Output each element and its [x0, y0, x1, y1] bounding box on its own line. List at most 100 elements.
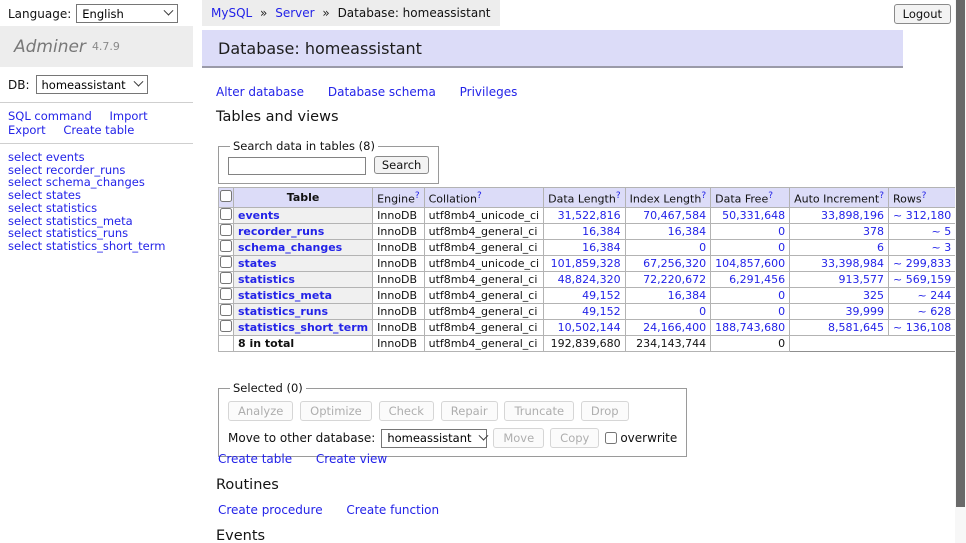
create-table-link[interactable]: Create table: [218, 452, 292, 466]
rows-count-link[interactable]: ~ 244: [917, 289, 951, 302]
data-free-link[interactable]: 0: [778, 305, 785, 318]
rows-count-link[interactable]: ~ 299,833: [893, 257, 951, 270]
data-free-link[interactable]: 188,743,680: [715, 321, 785, 334]
index-length-link[interactable]: 16,384: [668, 289, 707, 302]
data-free-link[interactable]: 50,331,648: [722, 209, 785, 222]
index-length-link[interactable]: 0: [699, 305, 706, 318]
db-select[interactable]: homeassistant: [36, 75, 148, 94]
auto-increment-link[interactable]: 378: [863, 225, 884, 238]
drop-button[interactable]: Drop: [581, 401, 629, 421]
row-checkbox[interactable]: [220, 240, 232, 252]
row-checkbox[interactable]: [220, 224, 232, 236]
search-button[interactable]: Search: [374, 156, 430, 174]
database-schema-link[interactable]: Database schema: [328, 85, 436, 99]
sidebar-link-export[interactable]: Export: [8, 123, 46, 137]
auto-increment-link[interactable]: 913,577: [839, 273, 885, 286]
optimize-button[interactable]: Optimize: [300, 401, 372, 421]
rows-count-link[interactable]: ~ 3: [931, 241, 951, 254]
help-link[interactable]: ?: [879, 191, 884, 201]
auto-increment-link[interactable]: 325: [863, 289, 884, 302]
help-link[interactable]: ?: [616, 191, 621, 201]
data-free-link[interactable]: 0: [778, 225, 785, 238]
create-function-link[interactable]: Create function: [346, 503, 439, 517]
overwrite-checkbox[interactable]: [605, 432, 617, 444]
row-checkbox[interactable]: [220, 288, 232, 300]
select-all-checkbox[interactable]: [220, 190, 232, 202]
help-link[interactable]: ?: [922, 191, 927, 201]
index-length-link[interactable]: 72,220,672: [643, 273, 706, 286]
column-header-collation: Collation?: [424, 188, 543, 208]
sidebar-item-select-statistics-short-term[interactable]: select statistics_short_term: [8, 240, 165, 253]
rows-count-link[interactable]: ~ 136,108: [893, 321, 951, 334]
data-free-link[interactable]: 104,857,600: [715, 257, 785, 270]
data-free-link[interactable]: 0: [778, 241, 785, 254]
data-length-link[interactable]: 49,152: [582, 289, 621, 302]
auto-increment-link[interactable]: 6: [877, 241, 884, 254]
rows-count-link[interactable]: ~ 5: [931, 225, 951, 238]
help-link[interactable]: ?: [768, 191, 773, 201]
engine-cell: InnoDB: [373, 239, 424, 255]
row-checkbox[interactable]: [220, 208, 232, 220]
table-name-link[interactable]: events: [238, 209, 280, 222]
table-name-link[interactable]: recorder_runs: [238, 225, 324, 238]
data-length-link[interactable]: 48,824,320: [558, 273, 621, 286]
index-length-link[interactable]: 67,256,320: [643, 257, 706, 270]
move-button[interactable]: Move: [493, 428, 544, 448]
privileges-link[interactable]: Privileges: [460, 85, 518, 99]
data-length-link[interactable]: 16,384: [582, 225, 621, 238]
row-checkbox[interactable]: [220, 256, 232, 268]
auto-increment-link[interactable]: 8,581,645: [828, 321, 884, 334]
data-length-link[interactable]: 49,152: [582, 305, 621, 318]
index-length-link[interactable]: 70,467,584: [643, 209, 706, 222]
rows-count-link[interactable]: ~ 628: [917, 305, 951, 318]
row-checkbox[interactable]: [220, 304, 232, 316]
auto-increment-link[interactable]: 33,898,196: [821, 209, 884, 222]
data-length-link[interactable]: 101,859,328: [551, 257, 621, 270]
repair-button[interactable]: Repair: [441, 401, 498, 421]
breadcrumb-link-mysql[interactable]: MySQL: [211, 6, 252, 20]
move-database-select[interactable]: homeassistant: [381, 429, 487, 448]
analyze-button[interactable]: Analyze: [228, 401, 293, 421]
auto-increment-link[interactable]: 39,999: [846, 305, 885, 318]
table-name-link[interactable]: statistics: [238, 273, 295, 286]
table-name-link[interactable]: statistics_short_term: [238, 321, 368, 334]
sidebar-item-select-states[interactable]: select states: [8, 189, 165, 202]
sidebar-link-import[interactable]: Import: [109, 109, 147, 123]
data-length-link[interactable]: 31,522,816: [558, 209, 621, 222]
sidebar-item-select-statistics[interactable]: select statistics: [8, 202, 165, 215]
truncate-button[interactable]: Truncate: [504, 401, 574, 421]
help-link[interactable]: ?: [701, 191, 706, 201]
check-button[interactable]: Check: [379, 401, 434, 421]
data-length-link[interactable]: 16,384: [582, 241, 621, 254]
index-length-link[interactable]: 16,384: [668, 225, 707, 238]
help-link[interactable]: ?: [477, 191, 482, 201]
table-name-link[interactable]: statistics_runs: [238, 305, 328, 318]
vertical-scrollbar[interactable]: [955, 0, 966, 543]
create-procedure-link[interactable]: Create procedure: [218, 503, 323, 517]
auto-increment-link[interactable]: 33,398,984: [821, 257, 884, 270]
table-name-link[interactable]: schema_changes: [238, 241, 342, 254]
rows-count-link[interactable]: ~ 569,159: [893, 273, 951, 286]
sidebar-link-sql-command[interactable]: SQL command: [8, 109, 92, 123]
data-length-link[interactable]: 10,502,144: [558, 321, 621, 334]
row-checkbox[interactable]: [220, 272, 232, 284]
table-name-link[interactable]: statistics_meta: [238, 289, 332, 302]
data-free-link[interactable]: 6,291,456: [729, 273, 785, 286]
rows-count-link[interactable]: ~ 312,180: [893, 209, 951, 222]
help-link[interactable]: ?: [415, 191, 420, 201]
row-checkbox[interactable]: [220, 320, 232, 332]
create-view-link[interactable]: Create view: [316, 452, 387, 466]
routines-heading: Routines: [216, 477, 279, 493]
copy-button[interactable]: Copy: [550, 428, 599, 448]
sidebar-link-create-table[interactable]: Create table: [63, 123, 134, 137]
scrollbar-thumb[interactable]: [956, 0, 965, 507]
search-input[interactable]: [228, 157, 366, 175]
breadcrumb-link-server[interactable]: Server: [275, 6, 314, 20]
index-length-link[interactable]: 0: [699, 241, 706, 254]
column-header-auto-increment: Auto Increment?: [790, 188, 889, 208]
alter-database-link[interactable]: Alter database: [216, 85, 304, 99]
data-free-link[interactable]: 0: [778, 289, 785, 302]
index-length-link[interactable]: 24,166,400: [643, 321, 706, 334]
sidebar-item-select-events[interactable]: select events: [8, 151, 165, 164]
table-name-link[interactable]: states: [238, 257, 277, 270]
